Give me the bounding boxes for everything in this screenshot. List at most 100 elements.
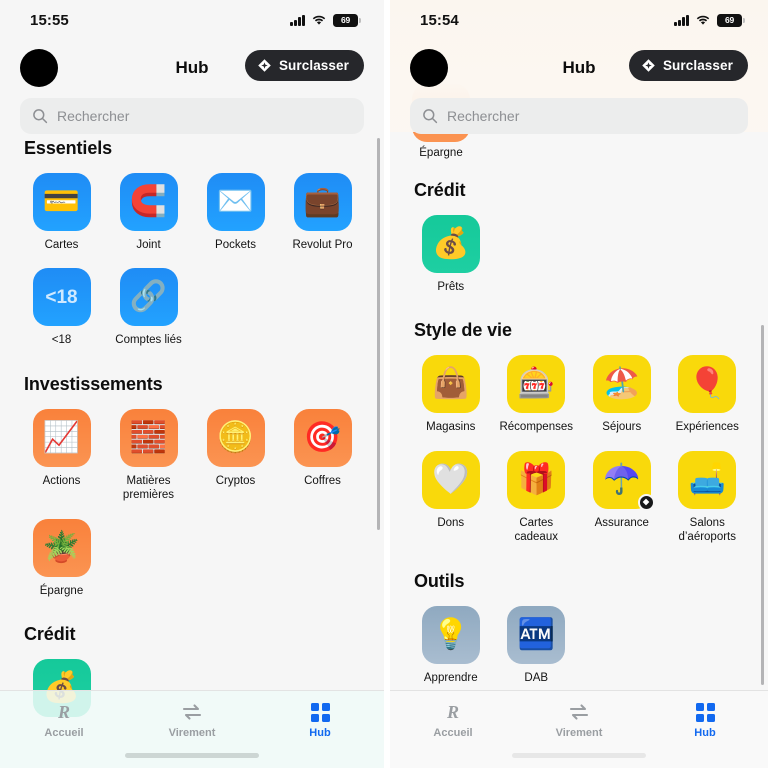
hub-tile[interactable]: 👜 Magasins <box>412 355 490 434</box>
upgrade-button[interactable]: Surclasser <box>628 50 748 81</box>
tab-virement[interactable]: Virement <box>516 701 642 739</box>
search-input[interactable]: Rechercher <box>20 98 364 134</box>
diamond-badge-icon <box>637 493 655 511</box>
upgrade-button[interactable]: Surclasser <box>244 50 364 81</box>
hub-tile[interactable]: 🏖️ Séjours <box>583 355 661 434</box>
hub-tile[interactable]: 🪙 Cryptos <box>196 408 275 503</box>
tile-glyph: 👜 <box>432 367 470 401</box>
hub-tile-label: Revolut Pro <box>292 239 353 251</box>
tab-hub[interactable]: Hub <box>256 701 384 739</box>
hub-tile-grid: 👜 Magasins 🎰 Récompenses 🏖️ Séjours 🎈 Expérienc… <box>412 355 746 544</box>
upgrade-label: Surclasser <box>662 58 733 73</box>
hub-tile[interactable]: 💰 Prêts <box>412 215 490 294</box>
tile-glyph: 🎈 <box>688 367 726 401</box>
hub-tile-grid: 💡 Apprendre 🏧 DAB <box>412 605 746 685</box>
tile-glyph: 🎰 <box>517 367 555 401</box>
tile-glyph: 🧲 <box>129 185 168 218</box>
tab-label: Hub <box>694 727 716 739</box>
tile-glyph: 💼 <box>303 185 342 218</box>
hub-tile[interactable]: ✉️ Pockets <box>196 173 275 252</box>
tab-accueil[interactable]: R Accueil <box>390 701 516 739</box>
status-time: 15:55 <box>30 11 69 29</box>
hub-tile[interactable]: 🧱 Matières premières <box>109 408 188 503</box>
hub-tile[interactable]: 🎈 Expériences <box>669 355 747 434</box>
hub-tile-label: Matières premières <box>122 474 175 502</box>
hub-tile-label: Apprendre <box>423 671 478 684</box>
tab-hub[interactable]: Hub <box>642 701 768 739</box>
search-icon <box>423 109 438 124</box>
hub-tile-label: Pockets <box>215 239 256 251</box>
status-time: 15:54 <box>420 11 459 29</box>
tile-glyph: ✉️ <box>216 185 255 218</box>
revolut-r-icon: R <box>54 701 74 723</box>
tile-glyph: 💡 <box>432 617 470 651</box>
app-header-right: Hub Surclasser Rechercher <box>390 40 768 134</box>
money-bag-icon: 💰 <box>421 215 480 273</box>
link-icon: 🔗 <box>119 268 178 327</box>
hub-tile[interactable]: 🧲 Joint <box>109 173 188 252</box>
hub-section: Style de vie 👜 Magasins 🎰 Récompenses 🏖️ Séjou… <box>412 320 746 544</box>
battery-level: 69 <box>340 15 351 25</box>
hub-tile[interactable]: 📈 Actions <box>22 408 101 503</box>
hub-tile-label: Prêts <box>437 281 465 293</box>
hub-section: Essentiels 💳 Cartes 🧲 Joint ✉️ Pockets 💼 Revolut… <box>22 138 362 348</box>
hub-tile-label: Expériences <box>675 421 739 434</box>
avatar[interactable] <box>410 49 448 87</box>
coins-icon: 🪙 <box>206 408 265 467</box>
hub-tile-partial[interactable]: Épargne <box>412 84 746 172</box>
tile-glyph: 🛋️ <box>688 462 726 496</box>
tab-virement[interactable]: Virement <box>128 701 256 739</box>
hub-tile-label: Salons d’aéroports <box>678 516 737 544</box>
hub-tile[interactable]: 💡 Apprendre <box>412 605 490 685</box>
gold-bars-icon: 🧱 <box>119 408 178 467</box>
status-bar-left: 15:55 69 <box>0 0 384 40</box>
tile-glyph: 💰 <box>432 227 470 260</box>
stock-chart-icon: 📈 <box>32 408 91 467</box>
cellular-signal-icon <box>290 14 305 26</box>
envelope-icon: ✉️ <box>206 173 265 231</box>
tab-label: Accueil <box>44 727 84 739</box>
bottom-tab-bar-left: R Accueil Virement Hub <box>0 690 384 768</box>
hub-tile[interactable]: 🛋️ Salons d’aéroports <box>669 450 747 545</box>
bottom-tab-bar-right: R Accueil Virement Hub <box>390 690 768 768</box>
phone-screen-left: 15:55 69 Hub Surclasser Rechercher Essen… <box>0 0 384 768</box>
hub-tile[interactable]: 🎰 Récompenses <box>498 355 576 434</box>
hub-tile-label: Assurance <box>594 516 649 529</box>
armchair-icon: 🛋️ <box>678 450 737 509</box>
hub-tile[interactable]: 🪴 Épargne <box>22 518 101 598</box>
hub-tile-label: Épargne <box>419 147 463 159</box>
gift-icon: 🎁 <box>507 450 566 509</box>
hub-tile[interactable]: ☂️ Assurance <box>583 450 661 545</box>
under-18-icon: <18 <box>32 268 91 327</box>
tab-label: Hub <box>309 727 331 739</box>
tile-glyph: 🏖️ <box>603 367 641 401</box>
transfer-arrows-icon <box>568 701 590 723</box>
scrollbar-left[interactable] <box>377 138 380 530</box>
search-placeholder: Rechercher <box>57 108 130 124</box>
status-icons: 69 <box>290 13 361 27</box>
hub-tile[interactable]: 🔗 Comptes liés <box>109 268 188 347</box>
avatar[interactable] <box>20 49 58 87</box>
hub-tile[interactable]: 💼 Revolut Pro <box>283 173 362 252</box>
hub-tile[interactable]: <18 <18 <box>22 268 101 347</box>
rewards-icon: 🎰 <box>507 355 566 414</box>
hub-tile[interactable]: 💳 Cartes <box>22 173 101 252</box>
hub-tile-label: Cartes <box>44 239 79 251</box>
hub-tile[interactable]: 🏧 DAB <box>498 605 576 685</box>
section-title: Investissements <box>24 373 163 394</box>
hub-tile[interactable]: 🤍 Dons <box>412 450 490 545</box>
diamond-icon <box>642 59 655 72</box>
search-input[interactable]: Rechercher <box>410 98 748 134</box>
hub-tile-label: DAB <box>524 671 549 684</box>
hub-tile[interactable]: 🎯 Coffres <box>283 408 362 503</box>
scrollbar-right[interactable] <box>761 325 764 685</box>
wifi-icon <box>695 14 711 26</box>
dual-screenshot-stage: 15:55 69 Hub Surclasser Rechercher Essen… <box>0 0 768 768</box>
hub-tile-label: <18 <box>51 334 72 347</box>
tab-accueil[interactable]: R Accueil <box>0 701 128 739</box>
search-icon <box>33 109 48 124</box>
tile-glyph: 🪴 <box>42 530 81 564</box>
hub-tile-label: Joint <box>136 239 161 251</box>
hub-tile-label: Séjours <box>602 421 642 434</box>
hub-tile[interactable]: 🎁 Cartes cadeaux <box>498 450 576 545</box>
